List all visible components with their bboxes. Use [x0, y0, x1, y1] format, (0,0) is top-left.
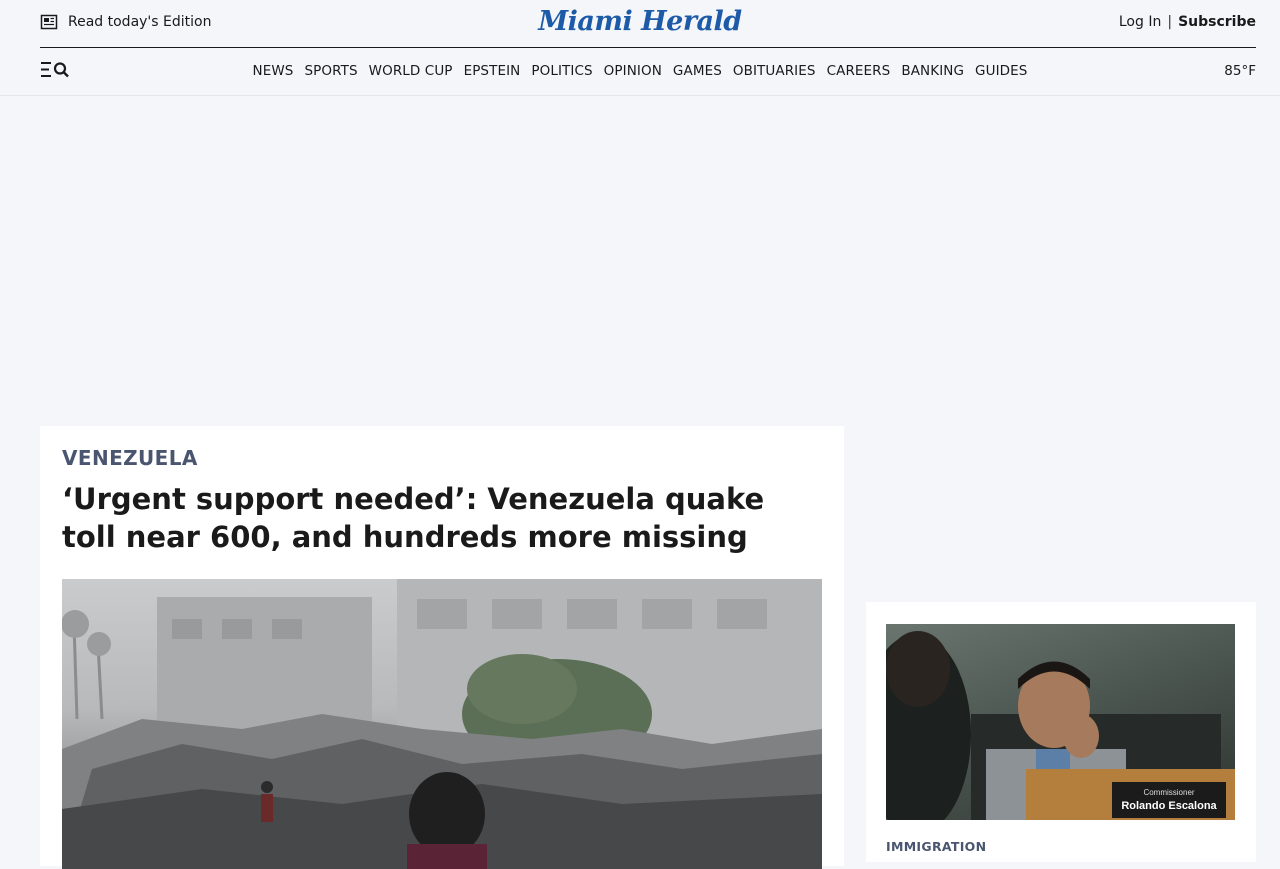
weather-temperature[interactable]: 85°F: [1224, 63, 1256, 79]
commissioner-photo-image: Commissioner Rolando Escalona: [886, 631, 1235, 820]
nav-item-obituaries[interactable]: OBITUARIES: [733, 63, 816, 79]
nav-item-guides[interactable]: GUIDES: [975, 63, 1027, 79]
lead-story-card: VENEZUELA ‘Urgent support needed’: Venez…: [40, 426, 844, 869]
nav-item-sports[interactable]: SPORTS: [304, 63, 357, 79]
primary-nav: NEWS SPORTS WORLD CUP EPSTEIN POLITICS O…: [0, 63, 1280, 79]
nav-item-opinion[interactable]: OPINION: [604, 63, 662, 79]
nav-item-epstein[interactable]: EPSTEIN: [464, 63, 521, 79]
lead-story-headline[interactable]: ‘Urgent support needed’: Venezuela quake…: [62, 480, 822, 556]
login-separator: |: [1167, 14, 1173, 30]
login-link[interactable]: Log In: [1119, 14, 1161, 30]
nav-item-politics[interactable]: POLITICS: [531, 63, 592, 79]
nav-item-games[interactable]: GAMES: [673, 63, 722, 79]
nav-item-careers[interactable]: CAREERS: [827, 63, 891, 79]
nameplate-name: Rolando Escalona: [1121, 800, 1217, 812]
nav-item-news[interactable]: NEWS: [253, 63, 294, 79]
subscribe-link[interactable]: Subscribe: [1178, 14, 1256, 30]
nameplate-title: Commissioner: [1143, 788, 1194, 797]
lead-story-photo[interactable]: [62, 579, 822, 869]
site-logo[interactable]: Miami Herald: [0, 6, 1280, 37]
nav-item-world-cup[interactable]: WORLD CUP: [369, 63, 453, 79]
side-story-photo[interactable]: Commissioner Rolando Escalona: [886, 624, 1235, 820]
earthquake-rubble-image: [62, 579, 822, 869]
site-header: Read today's Edition Miami Herald Log In…: [0, 0, 1280, 96]
header-divider: [40, 47, 1256, 48]
nav-item-banking[interactable]: BANKING: [901, 63, 964, 79]
side-story-card: Commissioner Rolando Escalona IMMIGRATIO…: [866, 602, 1256, 862]
account-links: Log In | Subscribe: [1119, 14, 1256, 30]
lead-story-kicker[interactable]: VENEZUELA: [62, 446, 198, 470]
side-story-kicker[interactable]: IMMIGRATION: [886, 839, 986, 854]
